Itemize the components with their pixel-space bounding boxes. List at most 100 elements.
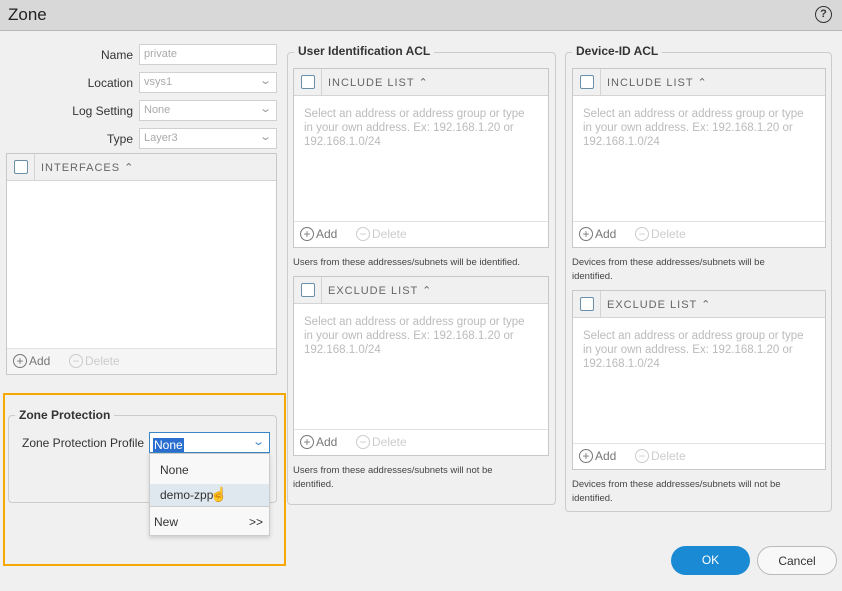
- device-acl-include-header: INCLUDE LIST ⌃: [573, 69, 825, 96]
- device-exclude-note: Devices from these addresses/subnets wil…: [572, 479, 781, 504]
- log-setting-value: None: [144, 104, 171, 116]
- delete-button[interactable]: − Delete: [635, 227, 686, 241]
- dropdown-option-demo-zpp[interactable]: demo-zpp ☝: [150, 484, 269, 506]
- chevron-up-icon: ⌃: [697, 77, 708, 89]
- device-acl-exclude-placeholder[interactable]: Select an address or address group or ty…: [583, 329, 813, 371]
- device-acl-include-placeholder[interactable]: Select an address or address group or ty…: [583, 107, 813, 149]
- chevron-down-icon: ⌄: [258, 75, 272, 87]
- delete-button[interactable]: − Delete: [69, 354, 120, 368]
- delete-label: Delete: [372, 227, 407, 241]
- log-setting-select[interactable]: None ⌄: [139, 100, 277, 121]
- delete-label: Delete: [372, 435, 407, 449]
- profile-selected-value: None: [153, 438, 184, 452]
- location-select[interactable]: vsys1 ⌄: [139, 72, 277, 93]
- dropdown-new-item[interactable]: New >>: [150, 506, 269, 535]
- add-button[interactable]: + Add: [300, 227, 337, 241]
- dialog-titlebar: Zone ?: [0, 0, 842, 31]
- dialog-title: Zone: [8, 5, 47, 24]
- option-text: demo-zpp: [160, 488, 214, 502]
- minus-circle-icon: −: [635, 227, 649, 241]
- add-button[interactable]: + Add: [13, 354, 50, 368]
- interfaces-column-header[interactable]: INTERFACES ⌃: [41, 161, 134, 174]
- add-button[interactable]: + Add: [300, 435, 337, 449]
- chevron-up-icon: ⌃: [124, 162, 135, 174]
- add-label: Add: [29, 354, 51, 368]
- device-acl-include-footer: + Add − Delete: [573, 221, 825, 247]
- minus-circle-icon: −: [356, 435, 370, 449]
- chevron-up-icon: ⌃: [418, 77, 429, 89]
- zone-protection-profile-select[interactable]: None ⌄: [149, 432, 270, 453]
- list-header-text: EXCLUDE LIST: [607, 299, 698, 311]
- delete-label: Delete: [651, 227, 686, 241]
- minus-circle-icon: −: [69, 354, 83, 368]
- help-circle-icon[interactable]: ?: [815, 6, 832, 23]
- user-acl-include-column-header[interactable]: INCLUDE LIST ⌃: [328, 76, 429, 89]
- device-acl-include-list: INCLUDE LIST ⌃ Select an address or addr…: [572, 68, 826, 248]
- cancel-button[interactable]: Cancel: [757, 546, 837, 575]
- user-acl-exclude-header: EXCLUDE LIST ⌃: [294, 277, 548, 304]
- list-header-text: EXCLUDE LIST: [328, 285, 419, 297]
- hand-cursor-icon: ☝: [210, 486, 228, 502]
- device-id-acl-legend: Device-ID ACL: [572, 44, 663, 58]
- type-select[interactable]: Layer3 ⌄: [139, 128, 277, 149]
- device-acl-include-column-header[interactable]: INCLUDE LIST ⌃: [607, 76, 708, 89]
- list-header-text: INCLUDE LIST: [328, 77, 415, 89]
- add-button[interactable]: + Add: [579, 227, 616, 241]
- add-label: Add: [595, 449, 617, 463]
- zone-protection-profile-label: Zone Protection Profile: [22, 436, 145, 450]
- chevron-up-icon: ⌃: [701, 299, 712, 311]
- profile-dropdown-list: None demo-zpp ☝ New >>: [149, 453, 270, 536]
- delete-button[interactable]: − Delete: [635, 449, 686, 463]
- minus-circle-icon: −: [635, 449, 649, 463]
- user-id-acl-legend: User Identification ACL: [294, 44, 435, 58]
- name-value: private: [144, 48, 178, 60]
- double-chevron-right-icon: >>: [248, 515, 263, 529]
- select-all-checkbox[interactable]: [580, 75, 594, 89]
- location-label: Location: [87, 76, 133, 90]
- new-label: New: [154, 515, 179, 529]
- delete-button[interactable]: − Delete: [356, 227, 407, 241]
- device-acl-exclude-footer: + Add − Delete: [573, 443, 825, 469]
- user-acl-include-list: INCLUDE LIST ⌃ Select an address or addr…: [293, 68, 549, 248]
- plus-circle-icon: +: [13, 354, 27, 368]
- user-acl-include-header: INCLUDE LIST ⌃: [294, 69, 548, 96]
- user-acl-exclude-placeholder[interactable]: Select an address or address group or ty…: [304, 315, 536, 357]
- user-acl-exclude-list: EXCLUDE LIST ⌃ Select an address or addr…: [293, 276, 549, 456]
- user-include-note: Users from these addresses/subnets will …: [293, 257, 521, 268]
- zone-protection-legend: Zone Protection: [15, 408, 115, 422]
- chevron-down-icon: ⌄: [251, 436, 265, 448]
- user-acl-include-footer: + Add − Delete: [294, 221, 548, 247]
- log-setting-label: Log Setting: [72, 104, 133, 118]
- type-value: Layer3: [144, 132, 178, 144]
- location-value: vsys1: [144, 76, 173, 88]
- plus-circle-icon: +: [579, 449, 593, 463]
- chevron-up-icon: ⌃: [422, 285, 433, 297]
- interfaces-header-text: INTERFACES: [41, 162, 121, 174]
- name-input[interactable]: private: [139, 44, 277, 65]
- device-include-note: Devices from these addresses/subnets wil…: [572, 257, 765, 282]
- user-acl-exclude-footer: + Add − Delete: [294, 429, 548, 455]
- ok-button[interactable]: OK: [671, 546, 750, 575]
- select-all-checkbox[interactable]: [301, 283, 315, 297]
- type-label: Type: [106, 132, 133, 146]
- delete-label: Delete: [651, 449, 686, 463]
- chevron-down-icon: ⌄: [258, 103, 272, 115]
- select-all-checkbox[interactable]: [301, 75, 315, 89]
- device-acl-exclude-column-header[interactable]: EXCLUDE LIST ⌃: [607, 298, 711, 311]
- select-all-checkbox[interactable]: [14, 160, 28, 174]
- user-acl-exclude-column-header[interactable]: EXCLUDE LIST ⌃: [328, 284, 432, 297]
- interfaces-footer: + Add − Delete: [7, 348, 276, 374]
- delete-button[interactable]: − Delete: [356, 435, 407, 449]
- plus-circle-icon: +: [579, 227, 593, 241]
- user-exclude-note: Users from these addresses/subnets will …: [293, 465, 493, 490]
- interfaces-table: INTERFACES ⌃ + Add − Delete: [6, 153, 277, 375]
- plus-circle-icon: +: [300, 227, 314, 241]
- plus-circle-icon: +: [300, 435, 314, 449]
- add-button[interactable]: + Add: [579, 449, 616, 463]
- add-label: Add: [316, 227, 338, 241]
- user-acl-include-placeholder[interactable]: Select an address or address group or ty…: [304, 107, 536, 149]
- dropdown-option-none[interactable]: None: [150, 454, 269, 484]
- name-label: Name: [100, 48, 133, 62]
- chevron-down-icon: ⌄: [258, 131, 272, 143]
- select-all-checkbox[interactable]: [580, 297, 594, 311]
